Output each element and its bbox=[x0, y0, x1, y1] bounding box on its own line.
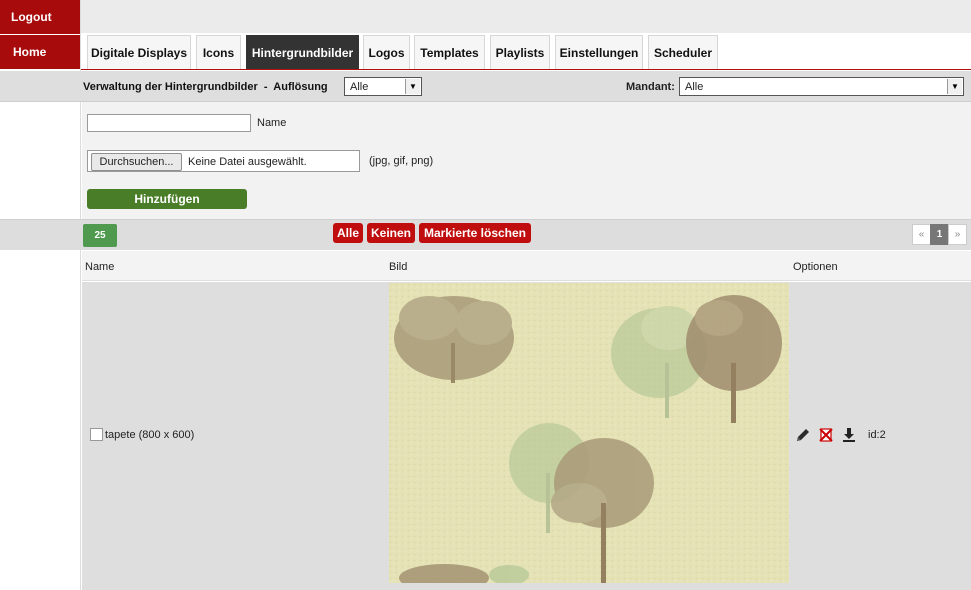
pencil-icon[interactable] bbox=[795, 427, 811, 443]
home-button[interactable]: Home bbox=[0, 35, 80, 69]
add-button[interactable]: Hinzufügen bbox=[87, 189, 247, 209]
tab-digitale-displays[interactable]: Digitale Displays bbox=[87, 35, 191, 69]
tab-hintergrundbilder[interactable]: Hintergrundbilder bbox=[246, 35, 359, 69]
pagination-page-1[interactable]: 1 bbox=[930, 224, 949, 245]
table-row: tapete (800 x 600) id:2 bbox=[82, 282, 971, 590]
chevron-down-icon: ▼ bbox=[405, 79, 420, 94]
pagination: « 1 » bbox=[912, 224, 967, 245]
chevron-down-icon: ▼ bbox=[947, 79, 962, 94]
upload-form: Name Durchsuchen... Keine Datei ausgewäh… bbox=[82, 102, 971, 219]
mandant-select-value: Alle bbox=[685, 80, 704, 93]
tab-logos[interactable]: Logos bbox=[363, 35, 410, 69]
tab-icons[interactable]: Icons bbox=[196, 35, 241, 69]
resolution-select[interactable]: Alle ▼ bbox=[344, 77, 422, 96]
top-band bbox=[81, 0, 971, 33]
tab-scheduler[interactable]: Scheduler bbox=[648, 35, 718, 69]
filter-title: Verwaltung der Hintergrundbilder - Auflö… bbox=[83, 81, 328, 93]
column-header-image: Bild bbox=[389, 261, 408, 273]
main-tabs: Digitale Displays Icons Hintergrundbilde… bbox=[81, 33, 971, 70]
pagination-next[interactable]: » bbox=[948, 224, 967, 245]
delete-cross-icon[interactable] bbox=[818, 427, 834, 443]
file-status: Keine Datei ausgewählt. bbox=[188, 156, 307, 168]
browse-button[interactable]: Durchsuchen... bbox=[91, 153, 182, 171]
page: Logout Home Digitale Displays Icons Hint… bbox=[0, 0, 971, 590]
background-image-thumbnail bbox=[389, 283, 789, 583]
delete-marked-button[interactable]: Markierte löschen bbox=[419, 223, 531, 243]
row-checkbox[interactable] bbox=[90, 428, 103, 441]
file-input[interactable]: Durchsuchen... Keine Datei ausgewählt. bbox=[87, 150, 360, 172]
row-name: tapete (800 x 600) bbox=[105, 429, 195, 441]
tab-einstellungen[interactable]: Einstellungen bbox=[555, 35, 643, 69]
pagination-prev[interactable]: « bbox=[912, 224, 931, 245]
filter-bar: Verwaltung der Hintergrundbilder - Auflö… bbox=[0, 71, 971, 102]
row-id: id:2 bbox=[868, 429, 886, 441]
column-header-options: Optionen bbox=[793, 261, 838, 273]
action-bar: 25 Alle Keinen Markierte löschen « 1 » bbox=[0, 219, 971, 250]
tab-templates[interactable]: Templates bbox=[414, 35, 485, 69]
resolution-select-value: Alle bbox=[350, 80, 369, 93]
select-all-button[interactable]: Alle bbox=[333, 223, 363, 243]
name-input[interactable] bbox=[87, 114, 251, 132]
mandant-label: Mandant: bbox=[626, 81, 675, 93]
mandant-select[interactable]: Alle ▼ bbox=[679, 77, 964, 96]
logout-button[interactable]: Logout bbox=[0, 0, 80, 34]
column-header-name: Name bbox=[85, 261, 115, 273]
file-type-hint: (jpg, gif, png) bbox=[369, 155, 434, 167]
select-none-button[interactable]: Keinen bbox=[367, 223, 415, 243]
per-page-button[interactable]: 25 bbox=[83, 224, 117, 247]
download-icon[interactable] bbox=[841, 427, 857, 443]
table-header: Name Bild Optionen bbox=[82, 251, 971, 281]
name-label: Name bbox=[257, 117, 287, 129]
tab-playlists[interactable]: Playlists bbox=[490, 35, 550, 69]
